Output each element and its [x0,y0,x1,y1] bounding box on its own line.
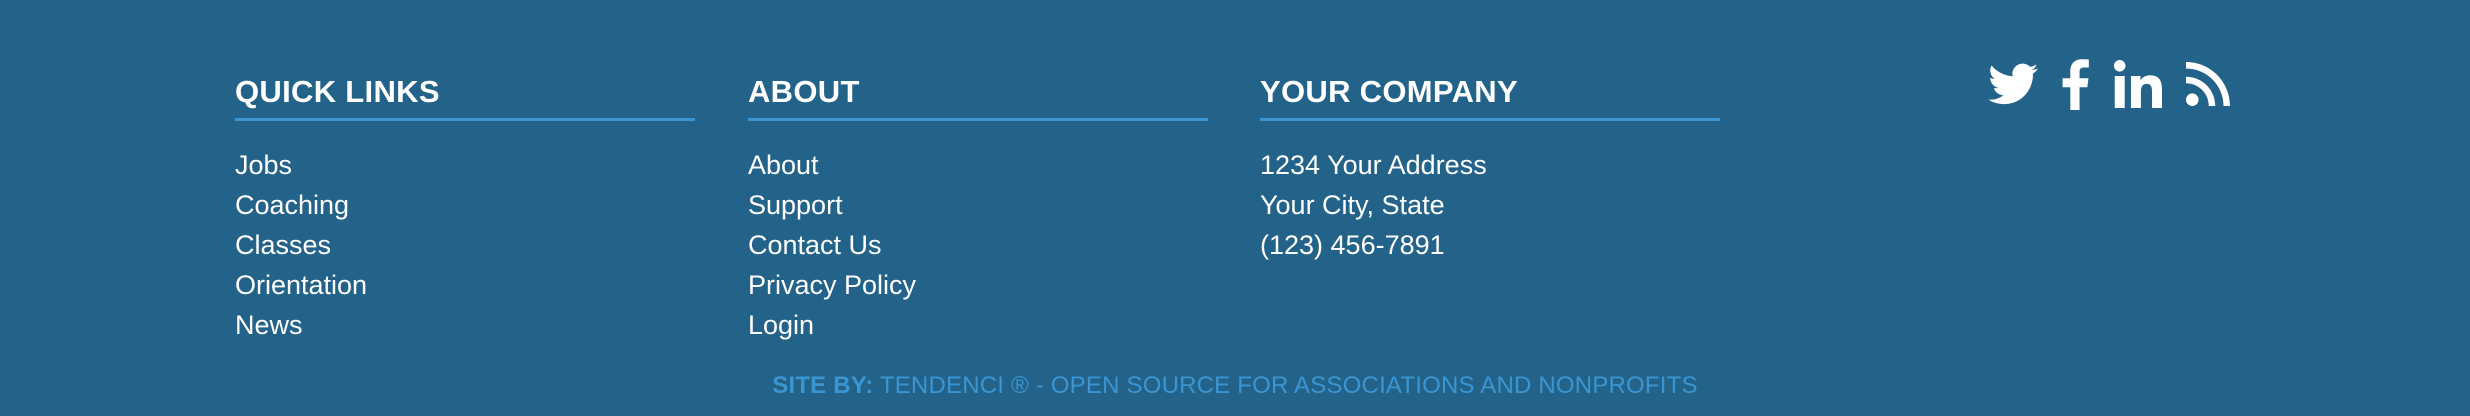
city-state-line: Your City, State [1260,190,1445,220]
link-coaching[interactable]: Coaching [235,190,349,220]
twitter-icon[interactable] [1988,62,2038,106]
facebook-icon[interactable] [2062,58,2090,110]
about-column: ABOUT About Support Contact Us Privacy P… [748,72,1208,345]
link-jobs[interactable]: Jobs [235,150,292,180]
company-column: YOUR COMPANY 1234 Your Address Your City… [1260,72,1720,265]
address-line: 1234 Your Address [1260,150,1487,180]
quick-links-heading: QUICK LINKS [235,72,695,121]
about-list: About Support Contact Us Privacy Policy … [748,145,1208,345]
link-login[interactable]: Login [748,310,814,340]
company-address: 1234 Your Address Your City, State (123)… [1260,145,1720,265]
list-item: Privacy Policy [748,265,1208,305]
list-item: Orientation [235,265,695,305]
company-heading: YOUR COMPANY [1260,72,1720,121]
list-item: Jobs [235,145,695,185]
site-credit: SITE BY: TENDENCI ® - OPEN SOURCE FOR AS… [0,372,2470,400]
social-links [1988,58,2230,110]
list-item: About [748,145,1208,185]
link-about[interactable]: About [748,150,819,180]
link-news[interactable]: News [235,310,303,340]
link-support[interactable]: Support [748,190,843,220]
list-item: Classes [235,225,695,265]
link-orientation[interactable]: Orientation [235,270,367,300]
credit-prefix: SITE BY: [772,372,874,399]
list-item: Login [748,305,1208,345]
phone-line: (123) 456-7891 [1260,230,1445,260]
list-item: Coaching [235,185,695,225]
link-classes[interactable]: Classes [235,230,331,260]
list-item: Support [748,185,1208,225]
list-item: News [235,305,695,345]
quick-links-column: QUICK LINKS Jobs Coaching Classes Orient… [235,72,695,345]
about-heading: ABOUT [748,72,1208,121]
rss-icon[interactable] [2186,61,2230,107]
link-contact-us[interactable]: Contact Us [748,230,882,260]
linkedin-icon[interactable] [2114,60,2162,108]
link-privacy-policy[interactable]: Privacy Policy [748,270,916,300]
quick-links-list: Jobs Coaching Classes Orientation News [235,145,695,345]
tendenci-link[interactable]: TENDENCI ® - OPEN SOURCE FOR ASSOCIATION… [880,372,1698,399]
list-item: Contact Us [748,225,1208,265]
